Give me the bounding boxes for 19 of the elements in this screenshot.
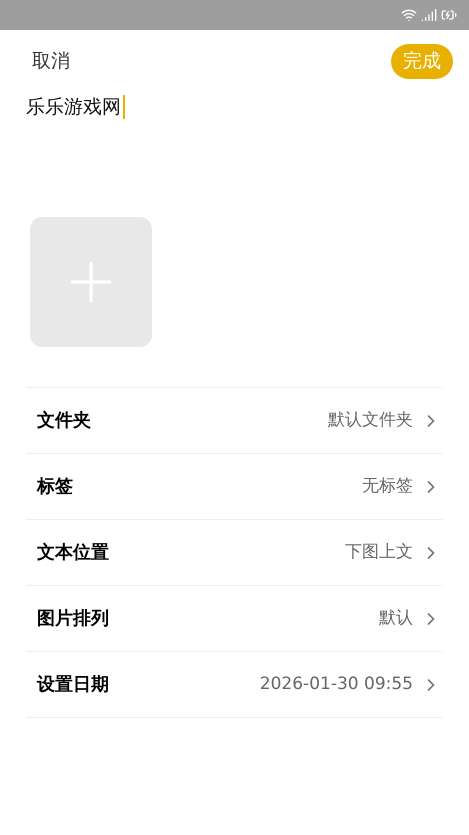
note-title-field[interactable]: 乐乐游戏网 <box>26 92 125 121</box>
setting-value: 无标签 <box>362 474 413 498</box>
settings-row[interactable]: 文件夹 默认文件夹 <box>26 388 443 454</box>
setting-label: 标签 <box>37 475 73 499</box>
settings-row[interactable]: 标签 无标签 <box>26 454 443 520</box>
setting-value: 下图上文 <box>345 540 413 564</box>
settings-row[interactable]: 图片排列 默认 <box>26 586 443 652</box>
setting-label: 文件夹 <box>37 409 91 433</box>
setting-label: 图片排列 <box>37 607 109 631</box>
settings-row[interactable]: 文本位置 下图上文 <box>26 520 443 586</box>
signal-icon <box>421 7 437 23</box>
setting-label: 文本位置 <box>37 541 109 565</box>
setting-label: 设置日期 <box>37 673 109 697</box>
wifi-icon <box>401 7 417 23</box>
settings-row[interactable]: 设置日期 2026-01-30 09:55 <box>26 652 443 718</box>
setting-value: 默认文件夹 <box>328 408 413 432</box>
setting-value: 默认 <box>379 606 413 630</box>
cancel-button[interactable]: 取消 <box>16 47 70 76</box>
setting-value: 2026-01-30 09:55 <box>260 672 413 696</box>
